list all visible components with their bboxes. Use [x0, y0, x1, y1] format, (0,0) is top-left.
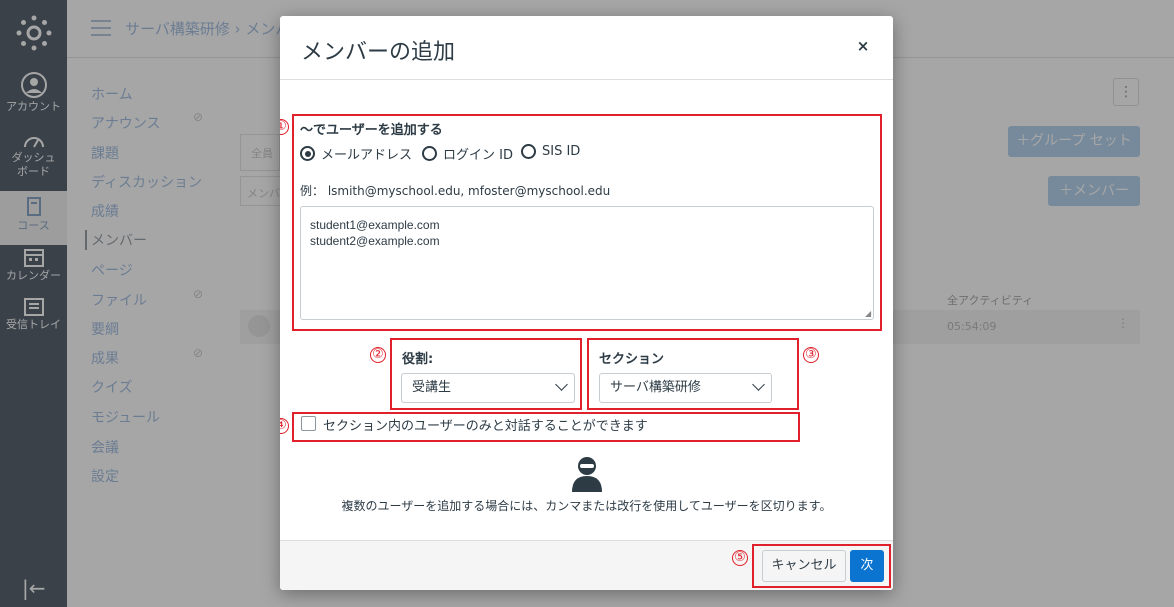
section-label: セクション [599, 352, 665, 367]
annotation-number-2: ② [370, 347, 386, 363]
add-people-dialog: メンバーの追加 × ① ～でユーザーを追加する メールアドレス ログイン ID … [280, 16, 893, 590]
limit-section-label[interactable]: セクション内のユーザーのみと対話することができます [323, 415, 648, 434]
radio-login-id-label: ログイン ID [443, 148, 513, 163]
radio-sis-id-label: SIS ID [542, 144, 581, 159]
annotation-number-1: ① [280, 119, 289, 135]
dialog-title: メンバーの追加 [301, 40, 456, 65]
users-textarea[interactable]: student1@example.com student2@example.co… [300, 206, 874, 320]
close-icon[interactable]: × [854, 35, 872, 57]
next-button[interactable]: 次 [850, 550, 884, 582]
radio-email-label: メールアドレス [321, 148, 413, 163]
radio-email[interactable]: メールアドレス [300, 144, 412, 163]
dialog-header: メンバーの追加 × [280, 16, 893, 80]
resize-grip-icon[interactable]: ◢ [865, 309, 871, 318]
user-silhouette-icon [572, 457, 602, 492]
chevron-down-icon [752, 378, 765, 391]
annotation-number-4: ④ [280, 418, 289, 434]
add-by-label: ～でユーザーを追加する [300, 123, 443, 138]
section-select[interactable]: サーバ構築研修 [599, 373, 772, 403]
cancel-button[interactable]: キャンセル [762, 550, 846, 582]
radio-indicator [422, 146, 437, 161]
annotation-number-3: ③ [803, 347, 819, 363]
chevron-down-icon [555, 378, 568, 391]
radio-selected-indicator [300, 146, 315, 161]
role-label: 役割: [402, 352, 434, 367]
help-text: 複数のユーザーを追加する場合には、カンマまたは改行を使用してユーザーを区切ります… [341, 499, 832, 513]
role-select[interactable]: 受講生 [401, 373, 575, 403]
section-select-value: サーバ構築研修 [610, 380, 701, 395]
annotation-number-5: ⑤ [732, 550, 748, 566]
radio-login-id[interactable]: ログイン ID [422, 144, 513, 163]
example-hint: 例： lsmith@myschool.edu, mfoster@myschool… [300, 184, 611, 198]
role-select-value: 受講生 [412, 380, 452, 395]
radio-indicator [521, 144, 536, 159]
radio-sis-id[interactable]: SIS ID [521, 144, 580, 159]
limit-section-checkbox[interactable] [301, 416, 316, 431]
